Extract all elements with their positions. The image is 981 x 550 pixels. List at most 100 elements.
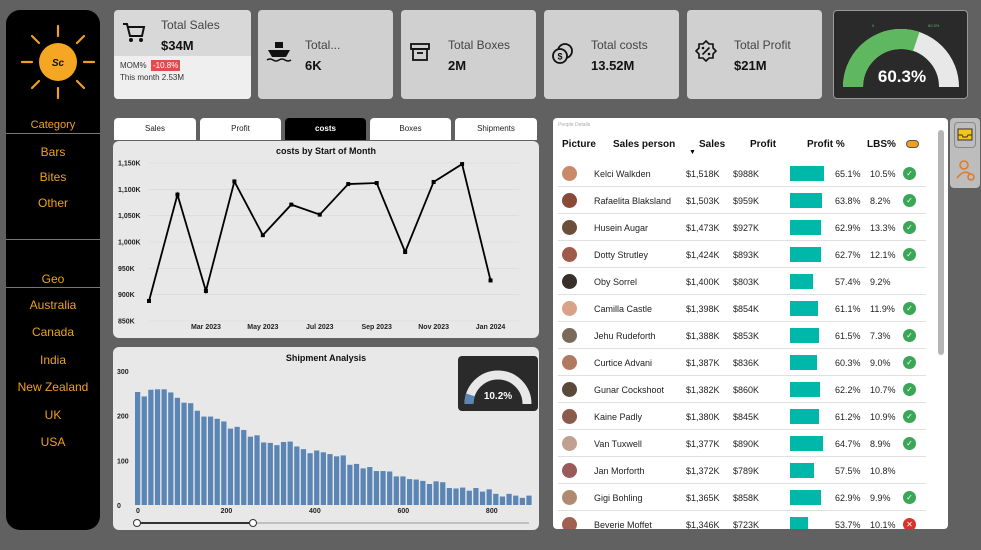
- tab-costs[interactable]: costs: [285, 118, 366, 140]
- table-row[interactable]: Kaine Padly $1,380K $845K 61.2% 10.9% ✓: [558, 403, 926, 430]
- data-point[interactable]: [374, 181, 379, 186]
- table-row[interactable]: Oby Sorrel $1,400K $803K 57.4% 9.2%: [558, 268, 926, 295]
- histogram-bar[interactable]: [141, 396, 147, 505]
- table-row[interactable]: Camilla Castle $1,398K $854K 61.1% 11.9% ✓: [558, 295, 926, 322]
- category-bites[interactable]: Bites: [6, 170, 100, 184]
- histogram-bar[interactable]: [247, 436, 253, 505]
- histogram-bar[interactable]: [135, 391, 141, 505]
- tab-sales[interactable]: Sales: [114, 118, 196, 140]
- histogram-bar[interactable]: [479, 491, 486, 505]
- geo-india[interactable]: India: [6, 353, 100, 367]
- histogram-bar[interactable]: [327, 454, 333, 505]
- histogram-bar[interactable]: [353, 463, 360, 505]
- histogram-bar[interactable]: [314, 450, 320, 505]
- histogram-bar[interactable]: [526, 495, 532, 505]
- data-point[interactable]: [147, 298, 151, 303]
- histogram-bar[interactable]: [181, 402, 187, 505]
- histogram-bar[interactable]: [267, 442, 273, 505]
- histogram-bar[interactable]: [194, 410, 200, 505]
- data-point[interactable]: [317, 212, 322, 217]
- histogram-bar[interactable]: [241, 429, 247, 505]
- histogram-bar[interactable]: [347, 464, 353, 505]
- data-point[interactable]: [346, 182, 351, 187]
- data-point[interactable]: [175, 192, 180, 197]
- histogram-bar[interactable]: [227, 428, 234, 505]
- histogram-bar[interactable]: [400, 476, 406, 505]
- table-row[interactable]: Gigi Bohling $1,365K $858K 62.9% 9.9% ✓: [558, 484, 926, 511]
- geo-canada[interactable]: Canada: [6, 325, 100, 339]
- histogram-bar[interactable]: [506, 493, 512, 505]
- histogram-bar[interactable]: [519, 497, 525, 505]
- col-sales[interactable]: Sales: [699, 139, 725, 150]
- histogram-bar[interactable]: [234, 426, 240, 505]
- histogram-bar[interactable]: [188, 403, 194, 505]
- histogram-bar[interactable]: [320, 452, 326, 505]
- histogram-bar[interactable]: [161, 389, 167, 505]
- histogram-bar[interactable]: [373, 471, 380, 505]
- histogram-bar[interactable]: [254, 435, 260, 505]
- table-row[interactable]: Jehu Rudeforth $1,388K $853K 61.5% 7.3% ✓: [558, 322, 926, 349]
- histogram-bar[interactable]: [340, 455, 346, 505]
- histogram-bar[interactable]: [294, 446, 300, 505]
- col-profit[interactable]: Profit: [750, 139, 776, 150]
- histogram-bar[interactable]: [406, 479, 413, 505]
- histogram-bar[interactable]: [433, 481, 439, 505]
- data-point[interactable]: [431, 179, 436, 184]
- geo-usa[interactable]: USA: [6, 435, 100, 449]
- data-point[interactable]: [488, 278, 493, 283]
- sort-desc-icon[interactable]: ▼: [689, 149, 696, 156]
- histogram-bar[interactable]: [207, 416, 214, 505]
- geo-australia[interactable]: Australia: [6, 298, 100, 312]
- user-settings-button[interactable]: [954, 156, 976, 184]
- histogram-bar[interactable]: [473, 488, 479, 505]
- histogram-bar[interactable]: [493, 493, 499, 505]
- histogram-bar[interactable]: [214, 418, 220, 505]
- histogram-bar[interactable]: [393, 476, 399, 505]
- data-point[interactable]: [403, 250, 408, 255]
- histogram-bar[interactable]: [221, 421, 227, 505]
- histogram-bar[interactable]: [426, 484, 433, 505]
- histogram-bar[interactable]: [174, 397, 181, 505]
- data-point[interactable]: [203, 288, 208, 293]
- histogram-bar[interactable]: [300, 449, 307, 505]
- table-row[interactable]: Gunar Cockshoot $1,382K $860K 62.2% 10.7% ✓: [558, 376, 926, 403]
- col-lbs-pct[interactable]: LBS%: [867, 139, 896, 150]
- histogram-bar[interactable]: [440, 482, 446, 505]
- histogram-bar[interactable]: [360, 468, 366, 505]
- data-point[interactable]: [232, 179, 237, 184]
- histogram-bar[interactable]: [413, 479, 419, 505]
- col-picture[interactable]: Picture: [562, 139, 596, 150]
- histogram-bar[interactable]: [420, 480, 426, 505]
- histogram-bar[interactable]: [486, 489, 492, 505]
- category-bars[interactable]: Bars: [6, 145, 100, 159]
- histogram-bar[interactable]: [367, 467, 373, 505]
- histogram-bar[interactable]: [513, 495, 519, 505]
- tab-shipments[interactable]: Shipments: [455, 118, 537, 140]
- table-scrollbar[interactable]: [938, 130, 944, 355]
- histogram-bar[interactable]: [466, 490, 472, 505]
- range-slider-handle-min[interactable]: [133, 519, 141, 527]
- inbox-button[interactable]: [954, 122, 976, 148]
- tab-profit[interactable]: Profit: [200, 118, 281, 140]
- histogram-bar[interactable]: [446, 488, 452, 505]
- histogram-bar[interactable]: [280, 442, 287, 505]
- table-row[interactable]: Dotty Strutley $1,424K $893K 62.7% 12.1% ✓: [558, 241, 926, 268]
- data-point[interactable]: [460, 162, 465, 167]
- histogram-bar[interactable]: [307, 453, 313, 505]
- tab-boxes[interactable]: Boxes: [370, 118, 451, 140]
- category-other[interactable]: Other: [6, 196, 100, 210]
- histogram-bar[interactable]: [154, 389, 161, 505]
- histogram-bar[interactable]: [453, 488, 459, 505]
- table-row[interactable]: Husein Augar $1,473K $927K 62.9% 13.3% ✓: [558, 214, 926, 241]
- histogram-bar[interactable]: [499, 496, 506, 505]
- table-row[interactable]: Beverie Moffet $1,346K $723K 53.7% 10.1% ✕: [558, 511, 926, 529]
- table-row[interactable]: Van Tuxwell $1,377K $890K 64.7% 8.9% ✓: [558, 430, 926, 457]
- histogram-bar[interactable]: [460, 487, 466, 505]
- data-point[interactable]: [289, 202, 294, 207]
- geo-uk[interactable]: UK: [6, 408, 100, 422]
- histogram-bar[interactable]: [387, 471, 393, 506]
- table-row[interactable]: Rafaelita Blaksland $1,503K $959K 63.8% 8.2%…: [558, 187, 926, 214]
- histogram-bar[interactable]: [168, 392, 174, 505]
- histogram-bar[interactable]: [274, 445, 280, 505]
- data-point[interactable]: [260, 233, 265, 238]
